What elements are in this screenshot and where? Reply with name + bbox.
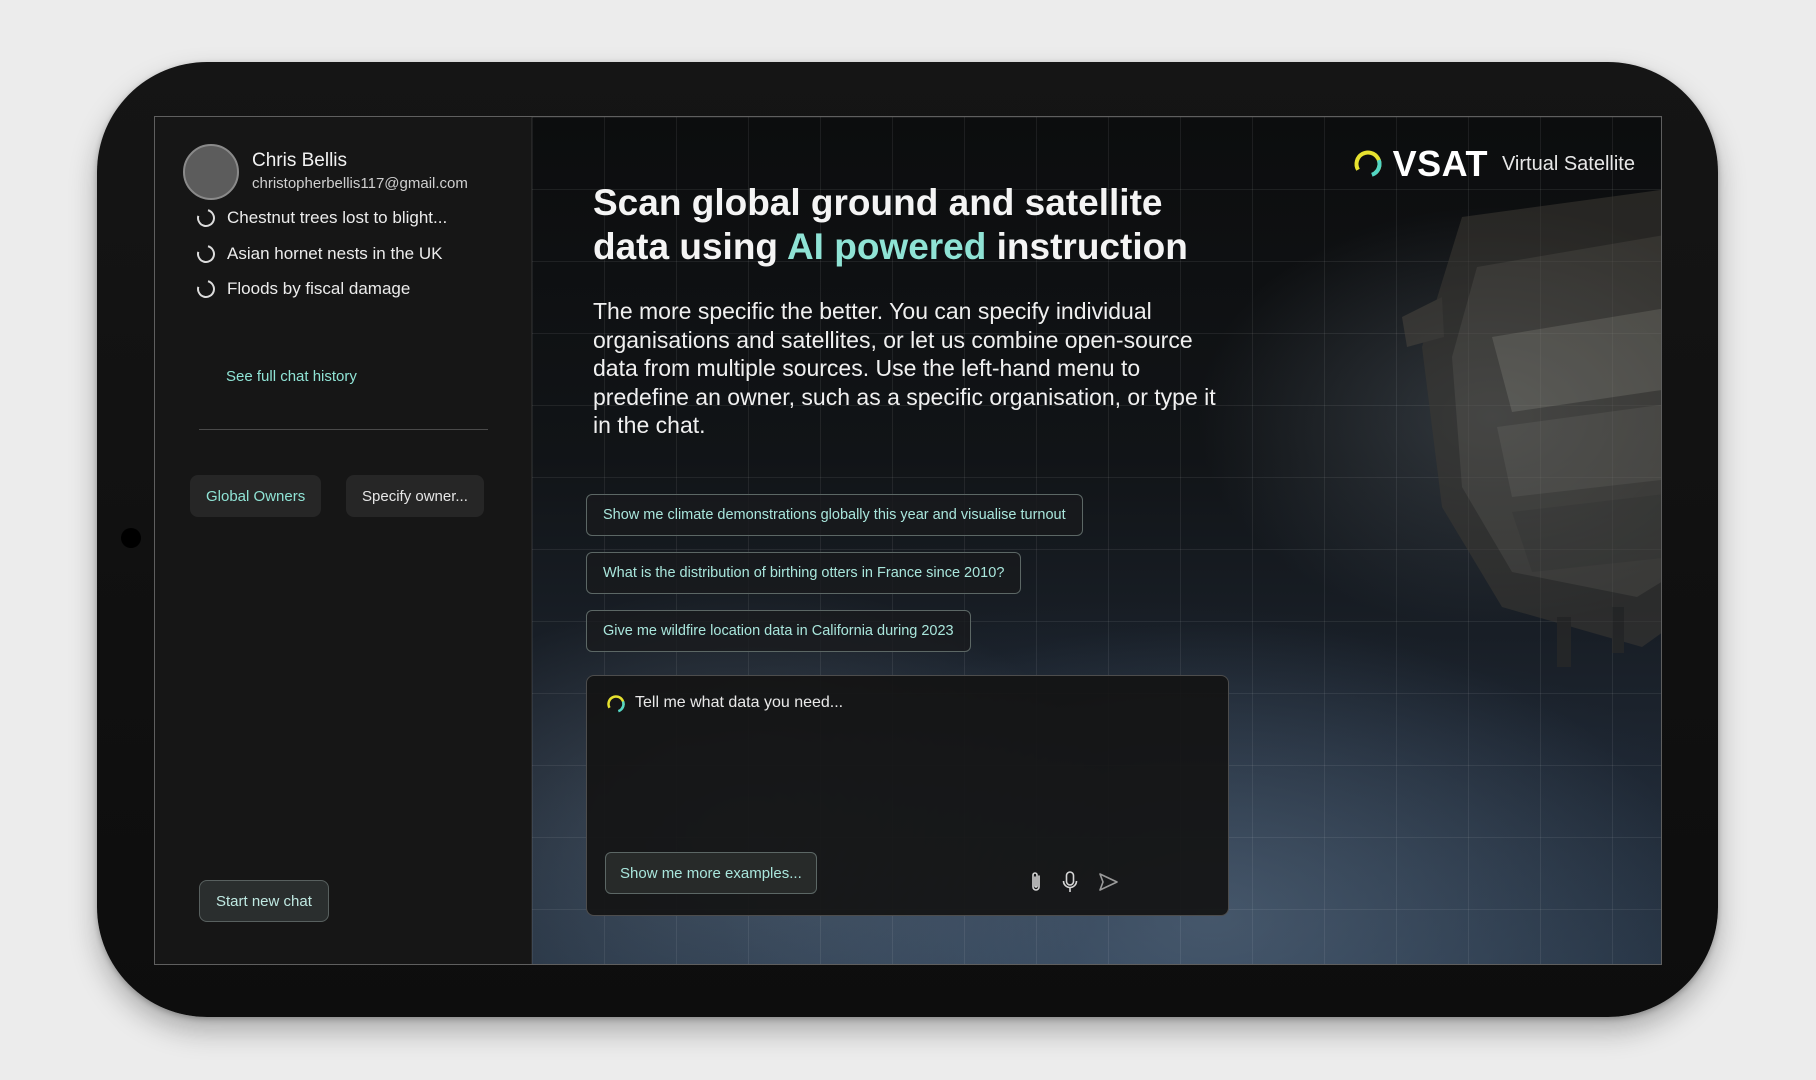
history-item-label: Asian hornet nests in the UK — [227, 244, 443, 263]
intro-text: The more specific the better. You can sp… — [593, 298, 1216, 438]
avatar[interactable] — [183, 144, 239, 200]
user-name: Chris Bellis — [252, 150, 348, 171]
ring-icon — [193, 205, 219, 231]
title-accent: AI powered — [786, 226, 987, 267]
chat-composer: Show me more examples... — [586, 675, 1229, 916]
brand-name: VSAT — [1392, 143, 1488, 184]
brand-tagline: Virtual Satellite — [1501, 152, 1635, 175]
suggestion-chip[interactable]: What is the distribution of birthing ott… — [586, 552, 1022, 594]
title-line-2-suffix: instruction — [986, 226, 1188, 267]
app-screen: Chris Bellis christopherbellis117@gmail.… — [154, 116, 1662, 965]
microphone-button[interactable] — [1057, 869, 1083, 895]
global-owners-button[interactable]: Global Owners — [190, 475, 322, 517]
paperclip-icon — [1032, 872, 1040, 891]
vsat-logo-icon — [1354, 150, 1382, 178]
specify-owner-button[interactable]: Specify owner... — [346, 475, 484, 517]
chat-input[interactable] — [635, 688, 1195, 718]
suggestion-chip[interactable]: Show me climate demonstrations globally … — [586, 494, 1083, 536]
more-examples-button[interactable]: Show me more examples... — [605, 852, 817, 894]
send-icon — [1099, 873, 1118, 891]
camera-dot — [121, 528, 141, 548]
sidebar: Chris Bellis christopherbellis117@gmail.… — [155, 117, 532, 964]
loading-ring-icon — [607, 695, 625, 713]
title-line-2-prefix: data using — [593, 226, 787, 267]
ring-icon — [193, 276, 219, 302]
start-new-chat-button[interactable]: Start new chat — [199, 880, 329, 922]
send-button[interactable] — [1095, 869, 1121, 895]
suggestion-chip[interactable]: Give me wildfire location data in Califo… — [586, 610, 971, 652]
main-panel: VSAT Virtual Satellite Scan global groun… — [532, 117, 1661, 964]
attach-button[interactable] — [1023, 869, 1049, 895]
title-line-1: Scan global ground and satellite — [593, 182, 1163, 223]
see-full-history-link[interactable]: See full chat history — [226, 368, 357, 385]
page-title: Scan global ground and satellite data us… — [593, 181, 1293, 269]
divider — [199, 429, 488, 430]
ring-icon — [193, 241, 219, 267]
history-item-label: Chestnut trees lost to blight... — [227, 208, 448, 227]
history-item[interactable]: Chestnut trees lost to blight... — [193, 205, 448, 231]
history-item[interactable]: Asian hornet nests in the UK — [193, 241, 443, 267]
history-item-label: Floods by fiscal damage — [227, 279, 411, 298]
brand: VSAT Virtual Satellite — [1353, 143, 1635, 185]
user-email: christopherbellis117@gmail.com — [252, 175, 468, 192]
history-item[interactable]: Floods by fiscal damage — [193, 276, 411, 302]
satellite-image — [1402, 189, 1661, 667]
microphone-icon — [1062, 871, 1078, 892]
